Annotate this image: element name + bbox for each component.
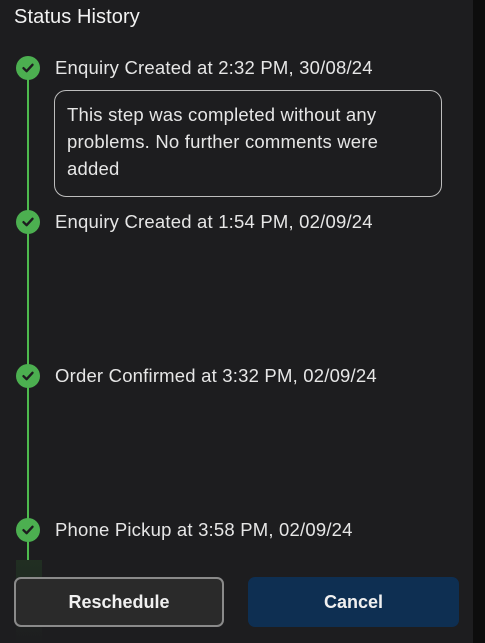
timeline-step: Order Confirmed at 3:32 PM, 02/09/24 <box>16 363 377 389</box>
edge-strip <box>473 0 485 643</box>
check-circle-icon <box>16 210 40 234</box>
step-label: Order Confirmed at 3:32 PM, 02/09/24 <box>55 365 377 386</box>
step-label: Enquiry Created at 2:32 PM, 30/08/24 <box>55 57 373 78</box>
timeline-step: Enquiry Created at 1:54 PM, 02/09/24 <box>16 209 373 235</box>
timeline-step: Enquiry Created at 2:32 PM, 30/08/24 <box>16 55 373 81</box>
timeline-step: Phone Pickup at 3:58 PM, 02/09/24 <box>16 517 353 543</box>
step-label: Phone Pickup at 3:58 PM, 02/09/24 <box>55 519 353 540</box>
cancel-button[interactable]: Cancel <box>248 577 459 627</box>
check-circle-icon <box>16 518 40 542</box>
step-comment-box: This step was completed without any prob… <box>54 90 442 197</box>
check-circle-icon <box>16 56 40 80</box>
timeline-line <box>27 70 29 560</box>
status-history-panel: Status History Enquiry Created at 2:32 P… <box>0 0 473 643</box>
step-label: Enquiry Created at 1:54 PM, 02/09/24 <box>55 211 373 232</box>
reschedule-button[interactable]: Reschedule <box>14 577 224 627</box>
section-title: Status History <box>14 6 140 28</box>
step-comment-text: This step was completed without any prob… <box>67 104 379 179</box>
check-circle-icon <box>16 364 40 388</box>
